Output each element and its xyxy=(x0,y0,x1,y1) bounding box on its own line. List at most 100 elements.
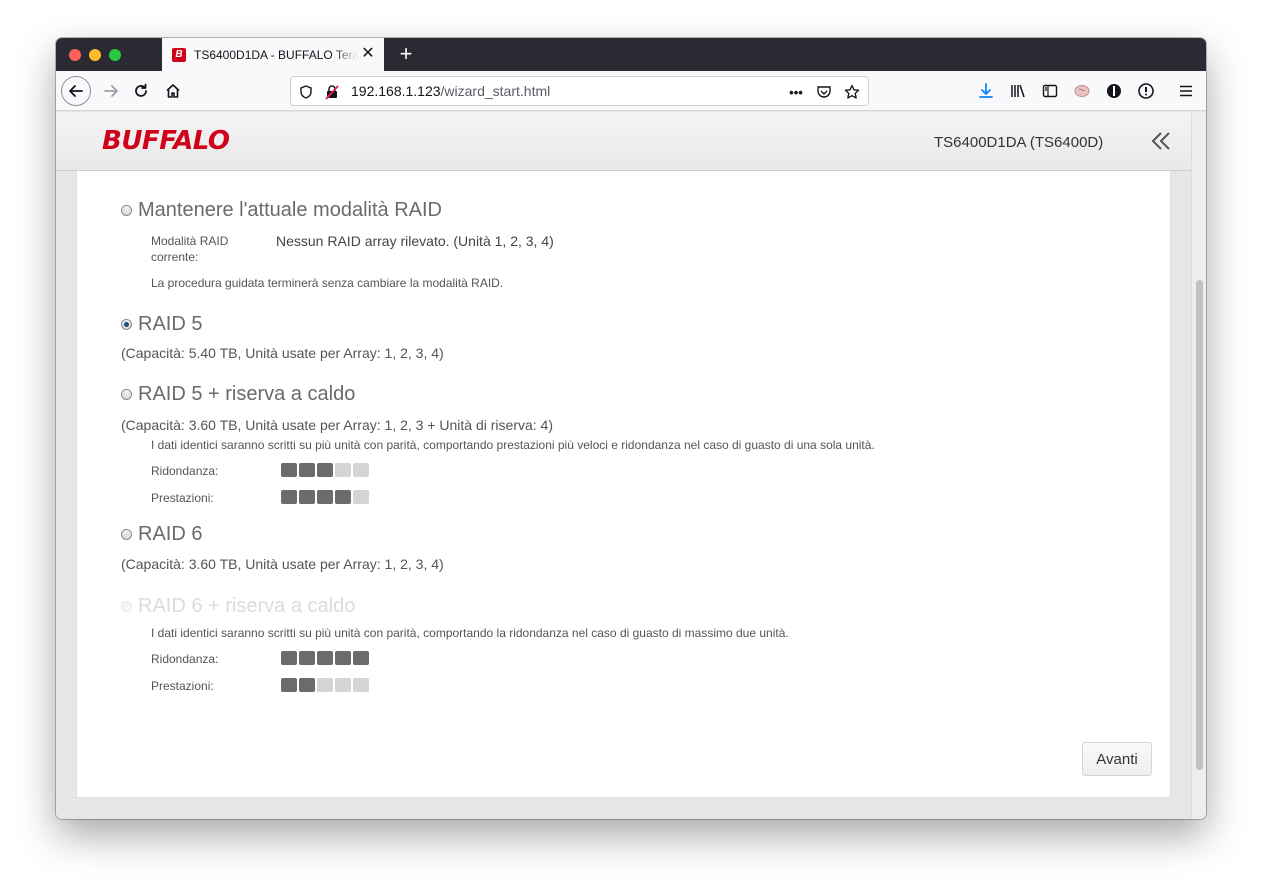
buffalo-favicon-icon: B xyxy=(172,47,186,62)
meter-segment xyxy=(299,651,315,665)
meter-segment xyxy=(299,463,315,477)
meter-segment xyxy=(335,490,351,504)
raid6-spare-performance-meter xyxy=(281,678,369,692)
page-scrollbar[interactable] xyxy=(1191,112,1206,819)
raid6-capacity: (Capacità: 3.60 TB, Unità usate per Arra… xyxy=(121,556,444,572)
option-raid6-label: RAID 6 xyxy=(138,523,203,545)
current-mode-label-line2: corrente: xyxy=(151,250,199,264)
close-tab-button[interactable]: ✕ xyxy=(360,46,376,62)
page-actions-more-button[interactable]: ••• xyxy=(787,83,805,101)
tab-bar: B TS6400D1DA - BUFFALO TeraStation ✕ + xyxy=(56,38,1206,71)
app-menu-button[interactable] xyxy=(1171,76,1201,106)
pocket-icon[interactable] xyxy=(815,83,833,101)
meter-segment xyxy=(299,678,315,692)
info-circle-icon xyxy=(1138,83,1154,99)
meter-segment xyxy=(353,463,369,477)
meter-segment xyxy=(281,490,297,504)
radio-raid5[interactable] xyxy=(121,319,132,330)
keep-raid-note: La procedura guidata terminerà senza cam… xyxy=(151,276,504,290)
double-chevron-left-icon xyxy=(1151,132,1170,150)
raid6-spare-redundancy-label: Ridondanza: xyxy=(151,652,219,666)
tab-title: TS6400D1DA - BUFFALO TeraStation xyxy=(194,47,358,62)
option-keep-raid-label: Mantenere l'attuale modalità RAID xyxy=(138,199,442,221)
collapse-button[interactable] xyxy=(1148,128,1174,154)
hamburger-menu-icon xyxy=(1180,85,1192,97)
raid-wizard-panel: Mantenere l'attuale modalità RAID Modali… xyxy=(76,171,1171,798)
new-tab-button[interactable]: + xyxy=(394,42,418,66)
device-name: TS6400D1DA (TS6400D) xyxy=(934,134,1104,151)
meter-segment xyxy=(317,678,333,692)
zoom-window-button[interactable] xyxy=(109,49,121,61)
radio-raid5-spare[interactable] xyxy=(121,389,132,400)
option-raid6-spare-label: RAID 6 + riserva a caldo xyxy=(138,595,356,617)
shield-icon[interactable] xyxy=(297,83,315,101)
raid6-spare-description: I dati identici saranno scritti su più u… xyxy=(151,626,789,640)
buffalo-logo: BUFFALO xyxy=(102,126,230,156)
download-icon xyxy=(979,83,993,98)
address-bar[interactable]: 192.168.1.123/wizard_start.html ••• xyxy=(290,76,869,106)
arrow-left-icon xyxy=(69,85,83,97)
downloads-button[interactable] xyxy=(971,76,1001,106)
home-icon xyxy=(166,84,180,98)
meter-segment xyxy=(353,651,369,665)
option-raid5-label: RAID 5 xyxy=(138,313,203,335)
extension-info-button[interactable] xyxy=(1131,76,1161,106)
raid5-spare-description: I dati identici saranno scritti su più u… xyxy=(151,438,875,452)
scrollbar-thumb[interactable] xyxy=(1196,280,1203,770)
meter-segment xyxy=(281,651,297,665)
library-button[interactable] xyxy=(1003,76,1033,106)
meter-segment xyxy=(335,651,351,665)
raid6-spare-redundancy-meter xyxy=(281,651,369,665)
option-raid5-spare-label: RAID 5 + riserva a caldo xyxy=(138,383,356,405)
meter-segment xyxy=(335,678,351,692)
meter-segment xyxy=(281,463,297,477)
extension-icon xyxy=(1107,84,1121,98)
sidebar-button[interactable] xyxy=(1035,76,1065,106)
option-raid5[interactable]: RAID 5 xyxy=(121,313,202,336)
raid5-spare-performance-label: Prestazioni: xyxy=(151,491,214,505)
meter-segment xyxy=(317,463,333,477)
reload-icon xyxy=(135,83,147,97)
radio-keep-raid[interactable] xyxy=(121,205,132,216)
meter-segment xyxy=(299,490,315,504)
option-raid6[interactable]: RAID 6 xyxy=(121,523,202,546)
extension-dark-button[interactable] xyxy=(1099,76,1129,106)
meter-segment xyxy=(335,463,351,477)
raid5-spare-redundancy-meter xyxy=(281,463,369,477)
current-mode-label-line1: Modalità RAID xyxy=(151,234,229,248)
back-button[interactable] xyxy=(61,76,91,106)
bookmark-star-icon[interactable] xyxy=(843,83,861,101)
option-keep-raid[interactable]: Mantenere l'attuale modalità RAID xyxy=(121,199,442,222)
raid5-spare-performance-meter xyxy=(281,490,369,504)
meter-segment xyxy=(317,490,333,504)
option-raid5-spare[interactable]: RAID 5 + riserva a caldo xyxy=(121,383,355,406)
current-mode-value: Nessun RAID array rilevato. (Unità 1, 2,… xyxy=(276,233,554,249)
insecure-lock-icon[interactable] xyxy=(323,83,341,101)
minimize-window-button[interactable] xyxy=(89,49,101,61)
radio-raid6[interactable] xyxy=(121,529,132,540)
page-content: BUFFALO TS6400D1DA (TS6400D) Mantenere l… xyxy=(56,112,1191,819)
brain-icon xyxy=(1074,85,1090,97)
close-window-button[interactable] xyxy=(69,49,81,61)
raid5-capacity: (Capacità: 5.40 TB, Unità usate per Arra… xyxy=(121,345,444,361)
raid5-spare-redundancy-label: Ridondanza: xyxy=(151,464,219,478)
sidebar-icon xyxy=(1042,84,1058,98)
tab-active[interactable]: B TS6400D1DA - BUFFALO TeraStation ✕ xyxy=(162,38,384,71)
forward-button[interactable] xyxy=(96,76,126,106)
home-button[interactable] xyxy=(158,76,188,106)
raid6-spare-performance-label: Prestazioni: xyxy=(151,679,214,693)
meter-segment xyxy=(353,678,369,692)
url-text[interactable]: 192.168.1.123/wizard_start.html xyxy=(351,83,550,99)
meter-segment xyxy=(317,651,333,665)
extension-brain-button[interactable] xyxy=(1067,76,1097,106)
arrow-right-icon xyxy=(104,85,118,97)
option-raid6-spare: RAID 6 + riserva a caldo xyxy=(121,595,355,618)
radio-raid6-spare xyxy=(121,601,132,612)
raid5-spare-capacity: (Capacità: 3.60 TB, Unità usate per Arra… xyxy=(121,417,554,433)
next-button[interactable]: Avanti xyxy=(1082,742,1152,776)
browser-window: B TS6400D1DA - BUFFALO TeraStation ✕ + 1… xyxy=(56,38,1206,819)
navigation-toolbar: 192.168.1.123/wizard_start.html ••• xyxy=(56,71,1206,111)
reload-button[interactable] xyxy=(126,76,156,106)
library-icon xyxy=(1011,84,1025,98)
meter-segment xyxy=(353,490,369,504)
